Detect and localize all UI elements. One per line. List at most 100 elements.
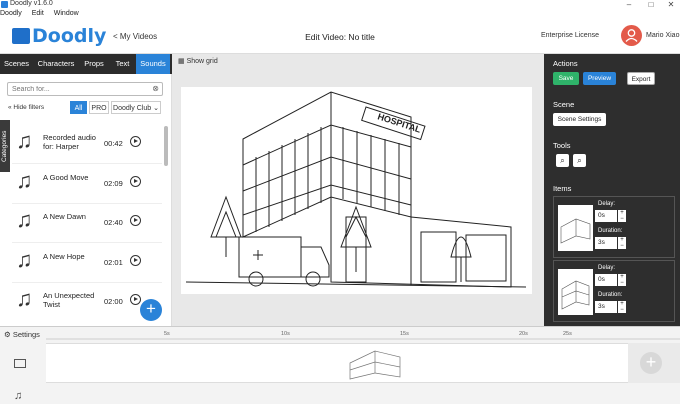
timeline-settings-button[interactable]: ⚙ Settings [4,330,40,339]
delay-label: Delay: [598,201,616,207]
search-input[interactable] [8,83,148,95]
ruler-tick-label: 15s [400,331,409,337]
filter-doodly-club-dropdown[interactable]: Doodly Club ⌄ [111,101,161,114]
hide-filters-link[interactable]: « Hide filters [8,104,44,111]
app-icon [1,1,8,8]
item-thumbnail [558,269,593,315]
ruler-tick-label: 20s [519,331,528,337]
delay-label: Delay: [598,265,616,271]
items-heading: Items [553,184,572,193]
tab-text[interactable]: Text [109,54,136,74]
sound-duration: 02:00 [104,297,123,306]
music-note-icon: ♫ [14,390,23,402]
sound-duration: 02:09 [104,179,123,188]
ruler-tick-label: 5s [164,331,170,337]
sound-item[interactable]: ♫ Recorded audio for: Harper 00:42 [12,124,162,164]
scrollbar[interactable] [164,126,168,166]
menu-window[interactable]: Window [54,10,79,17]
menu-doodly[interactable]: Doodly [0,10,22,17]
duration-input[interactable]: 3s [595,301,617,313]
menu-edit[interactable]: Edit [32,10,44,17]
zoom-in-icon[interactable]: ⌕ [556,154,569,167]
properties-panel: Actions Save Preview Export Scene Scene … [544,54,680,326]
timeline-settings-label: Settings [12,330,40,339]
ruler-ticks [46,338,680,340]
avatar[interactable] [621,25,642,46]
tab-scenes[interactable]: Scenes [0,54,33,74]
window-title: Doodly v1.6.0 [10,0,53,7]
image-track[interactable] [46,343,628,383]
clear-search-icon[interactable]: ⊗ [152,84,159,93]
play-icon[interactable] [130,176,141,187]
delay-input[interactable]: 0s [595,274,617,286]
tab-sounds[interactable]: Sounds [136,54,170,74]
show-grid-label: Show grid [186,58,218,65]
window-titlebar: Doodly v1.6.0 – □ ✕ [0,0,680,10]
delay-decrement[interactable]: − [618,216,626,222]
sound-name: A New Dawn [43,212,86,221]
asset-tabs: Scenes Characters Props Text Sounds [0,54,172,74]
hospital-thumbnail-icon [560,218,591,244]
sound-item[interactable]: ♫ A Good Move 02:09 [12,164,162,204]
sound-duration: 02:01 [104,258,123,267]
minimize-button[interactable]: – [622,0,636,9]
duration-label: Duration: [598,292,623,298]
canvas-area: ▦ Show grid HOSPITAL [172,54,544,326]
duration-input[interactable]: 3s [595,237,617,249]
tab-props[interactable]: Props [79,54,109,74]
asset-panel: Scenes Characters Props Text Sounds ⊗ « … [0,54,172,326]
sound-duration: 00:42 [104,139,123,148]
delay-decrement[interactable]: − [618,280,626,286]
play-icon[interactable] [130,136,141,147]
music-note-icon: ♫ [16,207,33,232]
sound-duration: 02:40 [104,218,123,227]
tools-heading: Tools [553,141,571,150]
search-box: ⊗ [7,82,163,96]
actions-heading: Actions [553,59,578,68]
timeline-item-card[interactable]: Delay: 0s + − Duration: 3s + − [553,196,675,258]
filter-pro-button[interactable]: PRO [89,101,109,114]
timeline-item-card[interactable]: Delay: 0s + − Duration: 3s + − [553,260,675,322]
save-button[interactable]: Save [553,72,579,85]
user-icon [625,29,638,42]
delay-input[interactable]: 0s [595,210,617,222]
gear-icon: ⚙ [4,330,11,339]
music-note-icon: ♫ [16,168,33,193]
filter-all-button[interactable]: All [70,101,87,114]
grid-icon: ▦ [178,58,185,65]
ruler-tick-label: 25s [563,331,572,337]
close-button[interactable]: ✕ [664,0,678,9]
zoom-out-icon[interactable]: ⌕ [573,154,586,167]
sound-item[interactable]: ♫ An Unexpected Twist 02:00 [12,282,162,322]
item-thumbnail [558,205,593,251]
add-track-button[interactable]: + [640,352,662,374]
sound-name: Recorded audio for: Harper [43,133,96,151]
play-icon[interactable] [130,255,141,266]
hospital-sign-text: HOSPITAL [376,111,422,135]
show-grid-toggle[interactable]: ▦ Show grid [178,57,218,65]
scene-heading: Scene [553,100,575,109]
sound-name: A New Hope [43,252,85,261]
menu-bar: Doodly Edit Window [0,10,680,20]
track-clip-thumbnail[interactable] [340,345,410,383]
categories-tab[interactable]: Categories [0,120,10,172]
sound-item[interactable]: ♫ A New Hope 02:01 [12,243,162,283]
add-sound-button[interactable]: + [140,299,162,321]
scene-canvas[interactable]: HOSPITAL [181,87,532,294]
preview-button[interactable]: Preview [583,72,616,85]
timeline-ruler[interactable]: 5s 10s 15s 20s 25s [46,329,680,343]
duration-decrement[interactable]: − [618,243,626,249]
play-icon[interactable] [130,294,141,305]
scene-settings-button[interactable]: Scene Settings [553,113,606,126]
maximize-button[interactable]: □ [644,0,658,9]
music-note-icon: ♫ [16,247,33,272]
username: Mario Xiao [646,32,680,39]
music-note-icon: ♫ [16,286,33,311]
export-button[interactable]: Export [627,72,655,85]
duration-decrement[interactable]: − [618,307,626,313]
play-icon[interactable] [130,215,141,226]
duration-label: Duration: [598,228,623,234]
tab-characters[interactable]: Characters [33,54,79,74]
sound-item[interactable]: ♫ A New Dawn 02:40 [12,203,162,243]
hospital-drawing: HOSPITAL [185,91,527,288]
